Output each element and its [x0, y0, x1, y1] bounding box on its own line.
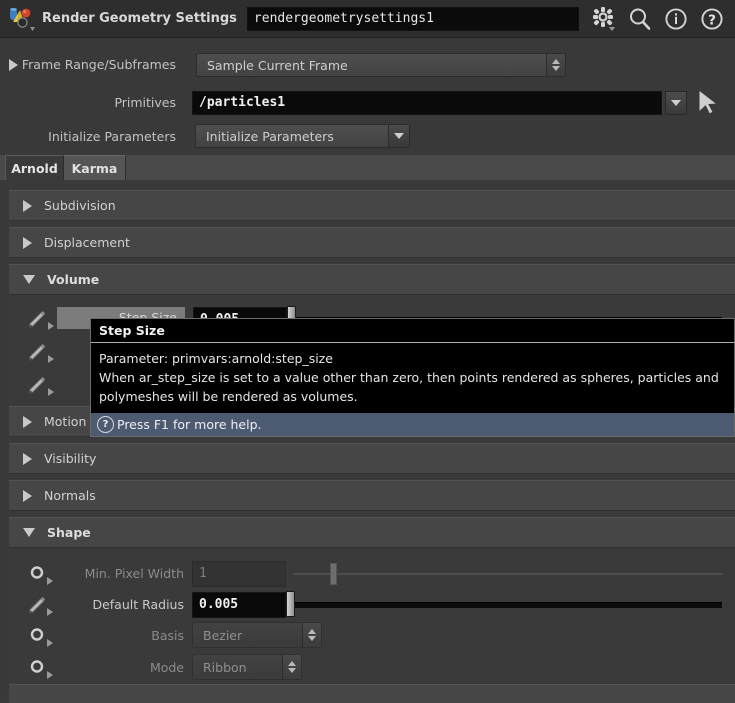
initialize-parameters-button[interactable]: Initialize Parameters [195, 124, 410, 148]
pencil-icon[interactable] [26, 595, 48, 617]
spinner-up-icon [552, 59, 560, 64]
chevron-right-icon [23, 452, 32, 465]
mode-spinner[interactable] [282, 655, 301, 679]
initialize-label: Initialize Parameters [48, 129, 176, 144]
min-pixel-width-slider-track[interactable] [293, 573, 723, 575]
titlebar-icon-group: ? [591, 6, 725, 32]
section-next-partial[interactable] [9, 684, 735, 703]
frame-range-combo[interactable]: Sample Current Frame [196, 53, 566, 77]
default-radius-subtree-arrow[interactable] [47, 608, 53, 616]
panel-title: Render Geometry Settings [42, 11, 237, 26]
panel-titlebar: Render Geometry Settings rendergeometrys… [0, 0, 735, 38]
tooltip-footer-label: Press F1 for more help. [117, 417, 262, 432]
param-row-mode: Mode Ribbon [0, 654, 735, 685]
min-pixel-width-slider-handle[interactable] [330, 563, 337, 585]
chevron-down-icon [394, 133, 404, 139]
section-shape[interactable]: Shape [9, 517, 735, 548]
chevron-right-icon [23, 236, 32, 249]
renderer-tab-bar: Arnold Karma [0, 155, 735, 180]
tab-arnold-label: Arnold [11, 160, 58, 176]
param-row-basis: Basis Bezier [0, 622, 735, 653]
section-normals[interactable]: Normals [9, 480, 735, 511]
min-pixel-width-input[interactable]: 1 [192, 561, 286, 587]
default-radius-slider-track[interactable] [295, 602, 722, 608]
spinner-up-icon [308, 629, 316, 634]
frame-range-label: Frame Range/Subframes [21, 57, 176, 72]
tooltip-description-line-2: polymeshes will be rendered as volumes. [99, 389, 358, 404]
tooltip-body: Parameter: primvars:arnold:step_size Whe… [91, 343, 734, 412]
primitives-dropdown-button[interactable] [665, 91, 687, 115]
param-row-initialize: Initialize Parameters Initialize Paramet… [0, 124, 735, 150]
primitives-label: Primitives [114, 95, 176, 110]
chevron-right-icon [23, 199, 32, 212]
section-visibility-label: Visibility [44, 451, 97, 466]
param-row-default-radius: Default Radius 0.005 [0, 591, 735, 622]
chevron-down-icon [671, 100, 681, 106]
tooltip-description-line-1: When ar_step_size is set to a value othe… [99, 370, 719, 385]
mode-label: Mode [149, 660, 184, 675]
section-shape-label: Shape [47, 525, 91, 540]
tooltip-footer: ? Press F1 for more help. [91, 412, 734, 436]
spinner-up-icon [288, 661, 296, 666]
basis-value: Bezier [203, 627, 243, 643]
basis-spinner[interactable] [302, 623, 321, 647]
pencil-icon[interactable] [26, 375, 48, 397]
section-volume-label: Volume [47, 272, 100, 287]
param-row-frame-range: Frame Range/Subframes Sample Current Fra… [0, 52, 735, 78]
mode-value: Ribbon [203, 659, 247, 675]
default-radius-slider-handle[interactable] [286, 591, 295, 617]
mode-subtree-arrow[interactable] [47, 671, 53, 679]
param-row-primitives: Primitives /particles1 [0, 88, 735, 116]
section-volume[interactable]: Volume [9, 264, 735, 295]
section-subdivision[interactable]: Subdivision [9, 190, 735, 221]
frame-range-spinner[interactable] [546, 54, 565, 76]
initialize-parameters-value: Initialize Parameters [206, 128, 334, 144]
step-size-subtree-arrow[interactable] [48, 322, 54, 330]
chevron-right-icon [23, 415, 32, 428]
spinner-down-icon [288, 668, 296, 673]
basis-label: Basis [151, 628, 184, 643]
info-icon[interactable] [663, 6, 689, 32]
tab-karma[interactable]: Karma [64, 155, 126, 180]
volume-row3-subtree-arrow[interactable] [48, 388, 54, 396]
min-pixel-width-label: Min. Pixel Width [84, 566, 184, 581]
chevron-right-icon [23, 489, 32, 502]
section-displacement[interactable]: Displacement [9, 227, 735, 258]
question-circle-icon: ? [97, 416, 114, 433]
tab-karma-label: Karma [71, 160, 118, 176]
basis-subtree-arrow[interactable] [47, 639, 53, 647]
geometry-node-icon[interactable] [8, 6, 36, 32]
basis-menu[interactable]: Bezier [192, 622, 322, 648]
search-icon[interactable] [627, 6, 653, 32]
chevron-down-icon [23, 528, 35, 537]
gear-icon[interactable] [591, 6, 617, 32]
section-visibility[interactable]: Visibility [9, 443, 735, 474]
mode-menu[interactable]: Ribbon [192, 654, 302, 680]
tab-arnold[interactable]: Arnold [5, 155, 64, 180]
section-normals-label: Normals [44, 488, 96, 503]
min-pixel-width-subtree-arrow[interactable] [47, 577, 53, 585]
primitives-input[interactable]: /particles1 [192, 91, 662, 115]
spinner-down-icon [552, 66, 560, 71]
render-geometry-settings-panel: Render Geometry Settings rendergeometrys… [0, 0, 735, 703]
node-name-input[interactable]: rendergeometrysettings1 [246, 6, 579, 31]
initialize-dropdown[interactable] [388, 125, 409, 147]
default-radius-input[interactable]: 0.005 [192, 592, 286, 618]
tooltip-parameter-line: Parameter: primvars:arnold:step_size [99, 351, 333, 366]
spinner-down-icon [308, 636, 316, 641]
default-radius-label: Default Radius [92, 597, 184, 612]
param-row-min-pixel-width: Min. Pixel Width 1 [0, 560, 735, 591]
pencil-icon[interactable] [26, 342, 48, 364]
frame-range-value: Sample Current Frame [207, 57, 348, 73]
section-subdivision-label: Subdivision [44, 198, 116, 213]
svg-text:?: ? [708, 12, 716, 28]
chevron-down-icon [23, 275, 35, 284]
section-displacement-label: Displacement [44, 235, 130, 250]
pencil-icon[interactable] [26, 309, 48, 331]
help-icon[interactable]: ? [699, 6, 725, 32]
primitives-picker-icon[interactable] [696, 88, 722, 121]
parameter-tooltip: Step Size Parameter: primvars:arnold:ste… [90, 318, 735, 437]
tooltip-title: Step Size [91, 319, 734, 343]
volume-row2-subtree-arrow[interactable] [48, 355, 54, 363]
